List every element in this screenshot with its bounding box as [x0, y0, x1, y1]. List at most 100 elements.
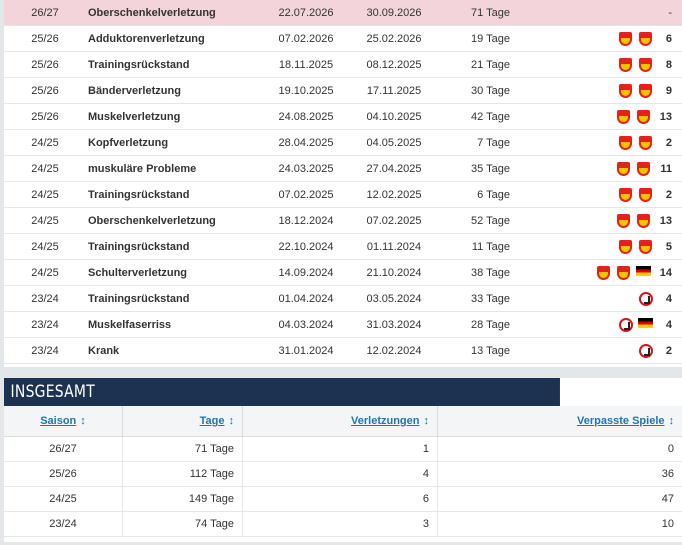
summary-days-cell: 149 Tage — [122, 486, 243, 512]
missed-games-count: 5 — [665, 240, 672, 253]
missed-games-cell: 9 — [522, 77, 682, 104]
germany-flag-icon[interactable] — [638, 317, 653, 328]
until-date-cell: 17.11.2025 — [350, 77, 438, 104]
missed-games-cell: 13 — [522, 103, 682, 130]
vfb-stuttgart-crest-icon[interactable] — [636, 109, 651, 124]
missed-games-cell: 13 — [522, 207, 682, 234]
missed-games-count: 2 — [665, 344, 672, 357]
sort-injuries-header[interactable]: Verletzungen ↕ — [242, 406, 438, 437]
sort-season-header[interactable]: Saison ↕ — [4, 406, 123, 437]
vfb-stuttgart-crest-icon[interactable] — [618, 31, 633, 46]
from-date-cell: 04.03.2024 — [262, 311, 350, 338]
fc-koeln-crest-icon[interactable] — [619, 317, 633, 332]
until-date-cell: 30.09.2026 — [350, 0, 438, 26]
sort-icon[interactable]: ↕ — [669, 415, 675, 427]
until-date-cell: 12.02.2025 — [350, 181, 438, 208]
vfb-stuttgart-crest-icon[interactable] — [618, 187, 633, 202]
missed-games-count: 4 — [665, 292, 672, 305]
sort-icon[interactable]: ↕ — [229, 415, 235, 427]
injuries-header-label[interactable]: Verletzungen — [351, 415, 419, 427]
injury-name-cell: Schulterverletzung — [86, 259, 262, 286]
summary-injuries-cell: 6 — [242, 486, 438, 512]
injury-row: 24/25 Kopfverletzung 28.04.2025 04.05.2025 7… — [4, 129, 682, 156]
vfb-stuttgart-crest-icon[interactable] — [596, 265, 611, 280]
club-icons — [618, 239, 653, 254]
days-cell: 13 Tage — [438, 337, 522, 364]
until-date-cell: 25.02.2026 — [350, 25, 438, 52]
injury-table: 26/27 Oberschenkelverletzung 22.07.2026 30.… — [4, 0, 682, 364]
club-icons — [618, 31, 653, 46]
summary-row: 25/26 112 Tage 4 36 — [4, 461, 682, 487]
days-cell: 21 Tage — [438, 51, 522, 78]
until-date-cell: 21.10.2024 — [350, 259, 438, 286]
germany-flag-icon[interactable] — [635, 265, 651, 276]
sort-icon[interactable]: ↕ — [80, 415, 86, 427]
injury-name-cell: Trainingsrückstand — [86, 233, 262, 260]
vfb-stuttgart-crest-icon[interactable] — [618, 57, 633, 72]
days-cell: 33 Tage — [438, 285, 522, 312]
vfb-stuttgart-crest-icon[interactable] — [638, 239, 653, 254]
missed-header-label[interactable]: Verpasste Spiele — [577, 415, 664, 427]
vfb-stuttgart-crest-icon[interactable] — [638, 187, 653, 202]
missed-games-count: 13 — [659, 110, 672, 123]
summary-injuries-cell: 3 — [242, 511, 438, 537]
vfb-stuttgart-crest-icon[interactable] — [618, 83, 633, 98]
injury-row: 23/24 Krank 31.01.2024 12.02.2024 13 Tage 2 — [4, 337, 682, 364]
until-date-cell: 01.11.2024 — [350, 233, 438, 260]
injury-name-cell: Trainingsrückstand — [86, 285, 262, 312]
from-date-cell: 01.04.2024 — [262, 285, 350, 312]
from-date-cell: 22.10.2024 — [262, 233, 350, 260]
club-icons — [616, 161, 651, 176]
days-cell: 35 Tage — [438, 155, 522, 182]
vfb-stuttgart-crest-icon[interactable] — [618, 239, 633, 254]
sort-days-header[interactable]: Tage ↕ — [122, 406, 243, 437]
days-cell: 30 Tage — [438, 77, 522, 104]
missed-games-count: 11 — [660, 162, 672, 175]
from-date-cell: 28.04.2025 — [262, 129, 350, 156]
vfb-stuttgart-crest-icon[interactable] — [616, 213, 631, 228]
vfb-stuttgart-crest-icon[interactable] — [616, 161, 631, 176]
missed-games-cell: 14 — [522, 259, 682, 286]
missed-games-cell: 8 — [522, 51, 682, 78]
days-header-label[interactable]: Tage — [200, 415, 225, 427]
injury-row: 23/24 Trainingsrückstand 01.04.2024 03.05.2… — [4, 285, 682, 312]
season-cell: 25/26 — [4, 51, 86, 78]
season-cell: 25/26 — [4, 25, 86, 52]
summary-injuries-cell: 4 — [242, 461, 438, 487]
injury-row: 24/25 muskuläre Probleme 24.03.2025 27.04.2… — [4, 155, 682, 182]
summary-missed-cell: 0 — [437, 436, 682, 462]
vfb-stuttgart-crest-icon[interactable] — [618, 135, 633, 150]
vfb-stuttgart-crest-icon[interactable] — [616, 109, 631, 124]
summary-season-cell: 25/26 — [4, 461, 123, 487]
injury-row: 23/24 Muskelfaserriss 04.03.2024 31.03.2024… — [4, 311, 682, 338]
sort-missed-header[interactable]: Verpasste Spiele ↕ — [437, 406, 682, 437]
until-date-cell: 08.12.2025 — [350, 51, 438, 78]
vfb-stuttgart-crest-icon[interactable] — [636, 213, 651, 228]
sort-icon[interactable]: ↕ — [424, 415, 430, 427]
missed-games-count: 2 — [665, 188, 672, 201]
injury-name-cell: Muskelfaserriss — [86, 311, 262, 338]
days-cell: 42 Tage — [438, 103, 522, 130]
summary-missed-cell: 10 — [437, 511, 682, 537]
injury-name-cell: Muskelverletzung — [86, 103, 262, 130]
vfb-stuttgart-crest-icon[interactable] — [638, 83, 653, 98]
season-cell: 24/25 — [4, 233, 86, 260]
fc-koeln-crest-icon[interactable] — [639, 291, 653, 306]
missed-games-count: 13 — [659, 214, 672, 227]
until-date-cell: 04.10.2025 — [350, 103, 438, 130]
vfb-stuttgart-crest-icon[interactable] — [638, 135, 653, 150]
from-date-cell: 31.01.2024 — [262, 337, 350, 364]
vfb-stuttgart-crest-icon[interactable] — [616, 265, 631, 280]
vfb-stuttgart-crest-icon[interactable] — [638, 57, 653, 72]
injury-name-cell: Adduktorenverletzung — [86, 25, 262, 52]
missed-games-count: 4 — [665, 318, 672, 331]
from-date-cell: 18.12.2024 — [262, 207, 350, 234]
missed-games-count: 8 — [665, 58, 672, 71]
vfb-stuttgart-crest-icon[interactable] — [636, 161, 651, 176]
fc-koeln-crest-icon[interactable] — [639, 343, 653, 358]
season-header-label[interactable]: Saison — [40, 415, 76, 427]
missed-games-cell: 5 — [522, 233, 682, 260]
days-cell: 71 Tage — [438, 0, 522, 26]
missed-games-cell: 11 — [522, 155, 682, 182]
vfb-stuttgart-crest-icon[interactable] — [638, 31, 653, 46]
